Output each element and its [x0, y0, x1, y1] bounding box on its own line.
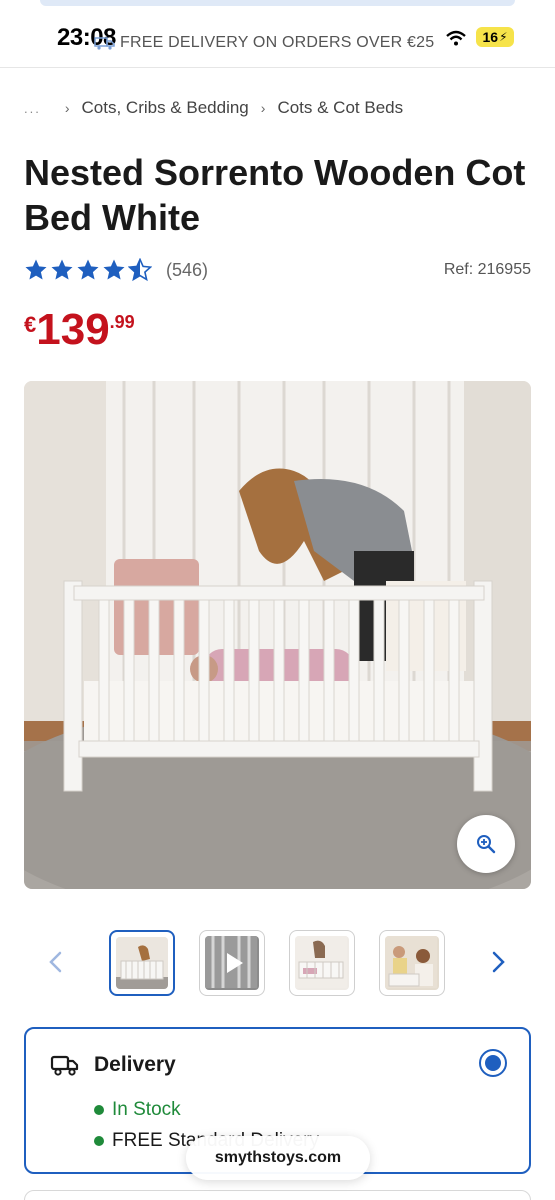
promo-banner[interactable]: FREE DELIVERY ON ORDERS OVER €25: [94, 34, 434, 52]
half-star-icon: [128, 258, 152, 282]
breadcrumb-cots-cribs-bedding[interactable]: Cots, Cribs & Bedding: [82, 98, 249, 118]
product-price: € 139 .99: [24, 306, 135, 354]
cot-thumbnail-image: [116, 937, 168, 989]
cot-thumbnail-image: [295, 936, 347, 988]
product-main-image[interactable]: [24, 381, 531, 889]
status-dot-icon: [94, 1136, 104, 1146]
play-icon: [227, 953, 243, 973]
star-icon: [103, 259, 125, 280]
chevron-right-icon: ›: [260, 100, 266, 116]
rating-row: (546) Ref: 216955: [24, 258, 531, 282]
wifi-icon: [446, 30, 466, 46]
charging-bolt-icon: ⚡: [499, 30, 508, 44]
stock-status: In Stock: [94, 1099, 181, 1121]
delivery-label: Delivery: [94, 1053, 176, 1076]
product-ref: Ref: 216955: [443, 261, 531, 278]
star-icon: [51, 259, 73, 280]
delivery-truck-icon: [50, 1055, 79, 1076]
zoom-button[interactable]: [457, 815, 515, 873]
browser-top-strip: [40, 0, 515, 6]
breadcrumb-ellipsis[interactable]: ...: [24, 101, 41, 116]
price-currency: €: [24, 312, 37, 337]
delivery-radio-selected[interactable]: [479, 1049, 507, 1077]
review-count[interactable]: (546): [166, 260, 208, 281]
battery-level: 16: [482, 29, 499, 45]
chevron-right-icon: ›: [64, 100, 70, 116]
chevron-right-icon[interactable]: [488, 950, 508, 974]
star-icon: [77, 259, 99, 280]
thumbnail-4[interactable]: [379, 930, 445, 996]
thumbnail-3[interactable]: [289, 930, 355, 996]
breadcrumb: ... › Cots, Cribs & Bedding › Cots & Cot…: [24, 98, 403, 118]
cot-bed-photo: [24, 381, 531, 889]
thumbnail-carousel: [0, 930, 555, 996]
status-bar: 23:08 FREE DELIVERY ON ORDERS OVER €25 1…: [0, 0, 555, 68]
next-option-card[interactable]: [24, 1190, 531, 1200]
delivery-truck-icon: [94, 37, 115, 50]
battery-indicator: 16 ⚡: [476, 27, 514, 47]
thumbnail-2-video[interactable]: [199, 930, 265, 996]
family-thumbnail-image: [385, 936, 437, 988]
breadcrumb-cots-cot-beds[interactable]: Cots & Cot Beds: [277, 98, 403, 118]
star-rating[interactable]: [24, 258, 152, 282]
price-whole: 139: [36, 305, 110, 354]
zoom-in-icon: [477, 835, 496, 854]
product-title: Nested Sorrento Wooden Cot Bed White: [24, 152, 526, 238]
browser-url-bar[interactable]: smythstoys.com: [186, 1136, 370, 1180]
delivery-header: Delivery: [50, 1053, 176, 1077]
status-dot-icon: [94, 1105, 104, 1115]
star-icon: [25, 259, 47, 280]
price-cents: .99: [109, 312, 135, 332]
promo-text: FREE DELIVERY ON ORDERS OVER €25: [120, 34, 435, 51]
thumbnail-1[interactable]: [109, 930, 175, 996]
chevron-left-icon[interactable]: [46, 950, 66, 974]
stock-text: In Stock: [112, 1099, 181, 1120]
